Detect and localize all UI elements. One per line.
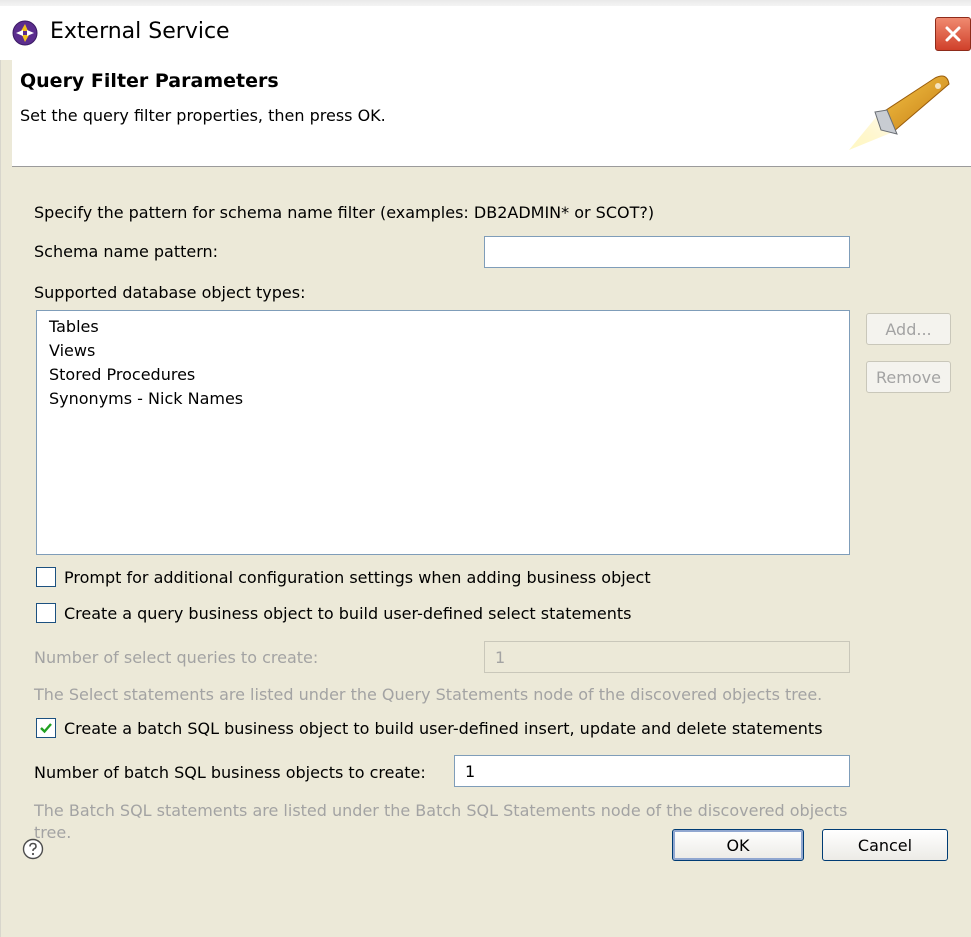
left-edge bbox=[0, 60, 12, 937]
app-icon bbox=[12, 20, 38, 46]
title-bar-strip bbox=[0, 0, 971, 6]
batch-count-input[interactable] bbox=[454, 755, 850, 787]
checkmark-icon bbox=[40, 723, 52, 734]
remove-button[interactable]: Remove bbox=[866, 361, 951, 393]
query-bo-row[interactable]: Create a query business object to build … bbox=[36, 603, 632, 623]
object-types-list[interactable]: Tables Views Stored Procedures Synonyms … bbox=[36, 310, 850, 555]
close-icon bbox=[945, 26, 961, 42]
list-item[interactable]: Views bbox=[49, 339, 837, 363]
prompt-settings-row[interactable]: Prompt for additional configuration sett… bbox=[36, 567, 651, 587]
flashlight-icon bbox=[847, 72, 951, 152]
banner-description: Set the query filter properties, then pr… bbox=[20, 106, 386, 125]
cancel-button[interactable]: Cancel bbox=[822, 829, 948, 861]
list-item[interactable]: Stored Procedures bbox=[49, 363, 837, 387]
batch-bo-label: Create a batch SQL business object to bu… bbox=[64, 718, 823, 738]
query-bo-label: Create a query business object to build … bbox=[64, 603, 632, 623]
select-queries-input[interactable] bbox=[484, 641, 850, 673]
dialog-window: External Service Query Filter Parameters… bbox=[0, 0, 971, 937]
schema-name-input[interactable] bbox=[484, 236, 850, 268]
ok-button[interactable]: OK bbox=[672, 829, 804, 861]
schema-name-label: Schema name pattern: bbox=[34, 242, 219, 261]
banner-title: Query Filter Parameters bbox=[20, 70, 279, 92]
batch-bo-row[interactable]: Create a batch SQL business object to bu… bbox=[36, 718, 823, 738]
schema-hint: Specify the pattern for schema name filt… bbox=[34, 203, 655, 222]
prompt-settings-label: Prompt for additional configuration sett… bbox=[64, 567, 651, 587]
batch-bo-checkbox[interactable] bbox=[36, 718, 56, 738]
add-button[interactable]: Add... bbox=[866, 313, 951, 345]
header-banner: Query Filter Parameters Set the query fi… bbox=[12, 60, 971, 167]
query-bo-checkbox[interactable] bbox=[36, 603, 56, 623]
batch-count-label: Number of batch SQL business objects to … bbox=[34, 763, 426, 782]
window-title: External Service bbox=[50, 19, 230, 44]
select-note: The Select statements are listed under t… bbox=[34, 685, 823, 704]
list-item[interactable]: Tables bbox=[49, 315, 837, 339]
object-types-label: Supported database object types: bbox=[34, 283, 306, 302]
batch-note-line-1: The Batch SQL statements are listed unde… bbox=[34, 801, 848, 820]
dialog-body: Specify the pattern for schema name filt… bbox=[12, 167, 971, 937]
help-icon[interactable] bbox=[22, 838, 44, 860]
select-queries-label: Number of select queries to create: bbox=[34, 648, 319, 667]
prompt-settings-checkbox[interactable] bbox=[36, 567, 56, 587]
list-item[interactable]: Synonyms - Nick Names bbox=[49, 387, 837, 411]
close-button[interactable] bbox=[935, 17, 971, 51]
